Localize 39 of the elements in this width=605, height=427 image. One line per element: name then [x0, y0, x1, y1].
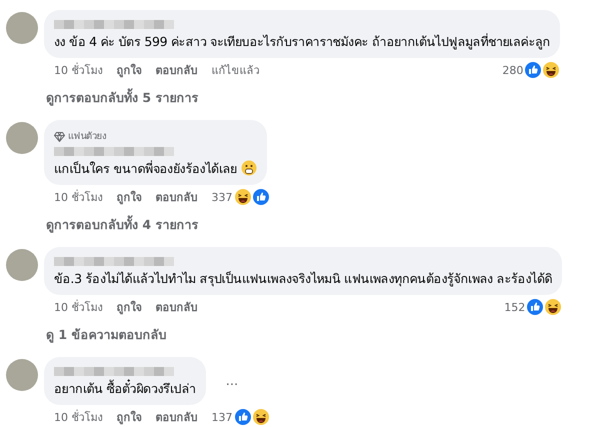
like-link[interactable]: ถูกใจ — [116, 298, 142, 316]
comment-time[interactable]: 10 ชั่วโมง — [54, 298, 102, 316]
comment-text: ข้อ.3 ร้องไม่ได้แล้วไปทำไม สรุปเป็นแฟนเพลงจริงไหมนิ แฟนเพลงทุกคนต้องรู้จักเพลง ละร้องได้ดิ — [54, 271, 552, 286]
view-replies-link[interactable]: ดู 1 ข้อความตอบกลับ — [46, 325, 605, 345]
edited-label: แก้ไขแล้ว — [212, 63, 260, 79]
laughing-reaction-icon — [544, 298, 562, 316]
comment-text: แกเป็นใคร ขนาดพี่จองยังร้องได้เลย — [54, 161, 237, 176]
comment-time[interactable]: 10 ชั่วโมง — [54, 188, 102, 206]
fan-label: แฟนตัวยง — [68, 130, 107, 144]
laughing-reaction-icon — [542, 61, 560, 79]
avatar[interactable] — [6, 122, 38, 154]
laughing-reaction-icon — [252, 408, 270, 426]
reply-link[interactable]: ตอบกลับ — [156, 298, 198, 316]
reaction-summary[interactable]: 280 — [502, 61, 560, 79]
like-reaction-icon — [234, 408, 252, 426]
reply-link[interactable]: ตอบกลับ — [156, 188, 198, 206]
avatar[interactable] — [6, 359, 38, 391]
like-reaction-icon — [524, 61, 542, 79]
like-link[interactable]: ถูกใจ — [116, 188, 142, 206]
laughing-reaction-icon — [234, 188, 252, 206]
comment-time[interactable]: 10 ชั่วโมง — [54, 408, 102, 426]
reply-link[interactable]: ตอบกลับ — [156, 408, 198, 426]
like-link[interactable]: ถูกใจ — [116, 61, 142, 79]
reply-link[interactable]: ตอบกลับ — [156, 61, 198, 79]
avatar[interactable] — [6, 249, 38, 281]
view-replies-link[interactable]: ดูการตอบกลับทั้ง 5 รายการ — [46, 88, 605, 108]
more-options-button[interactable]: ... — [226, 374, 238, 388]
reaction-summary[interactable]: 137 — [212, 408, 270, 426]
view-replies-link[interactable]: ดูการตอบกลับทั้ง 4 รายการ — [46, 215, 605, 235]
comment-text: งง ข้อ 4 ค่ะ บัตร 599 ค่ะสาว จะเทียบอะไรกับราคาราชมังคะ ถ้าอยากเต้นไปฟูลมูลที่ชายเลค่ะลูก — [54, 34, 550, 49]
avatar[interactable] — [6, 12, 38, 44]
like-reaction-icon — [252, 188, 270, 206]
reaction-summary[interactable]: 152 — [504, 298, 562, 316]
comment-time[interactable]: 10 ชั่วโมง — [54, 61, 102, 79]
diamond-icon — [54, 132, 65, 142]
like-reaction-icon — [526, 298, 544, 316]
like-link[interactable]: ถูกใจ — [116, 408, 142, 426]
reaction-summary[interactable]: 337 — [212, 188, 270, 206]
comment-text: อยากเต้น ซื้อตั๋วผิดวงรึเปล่า — [54, 381, 196, 396]
